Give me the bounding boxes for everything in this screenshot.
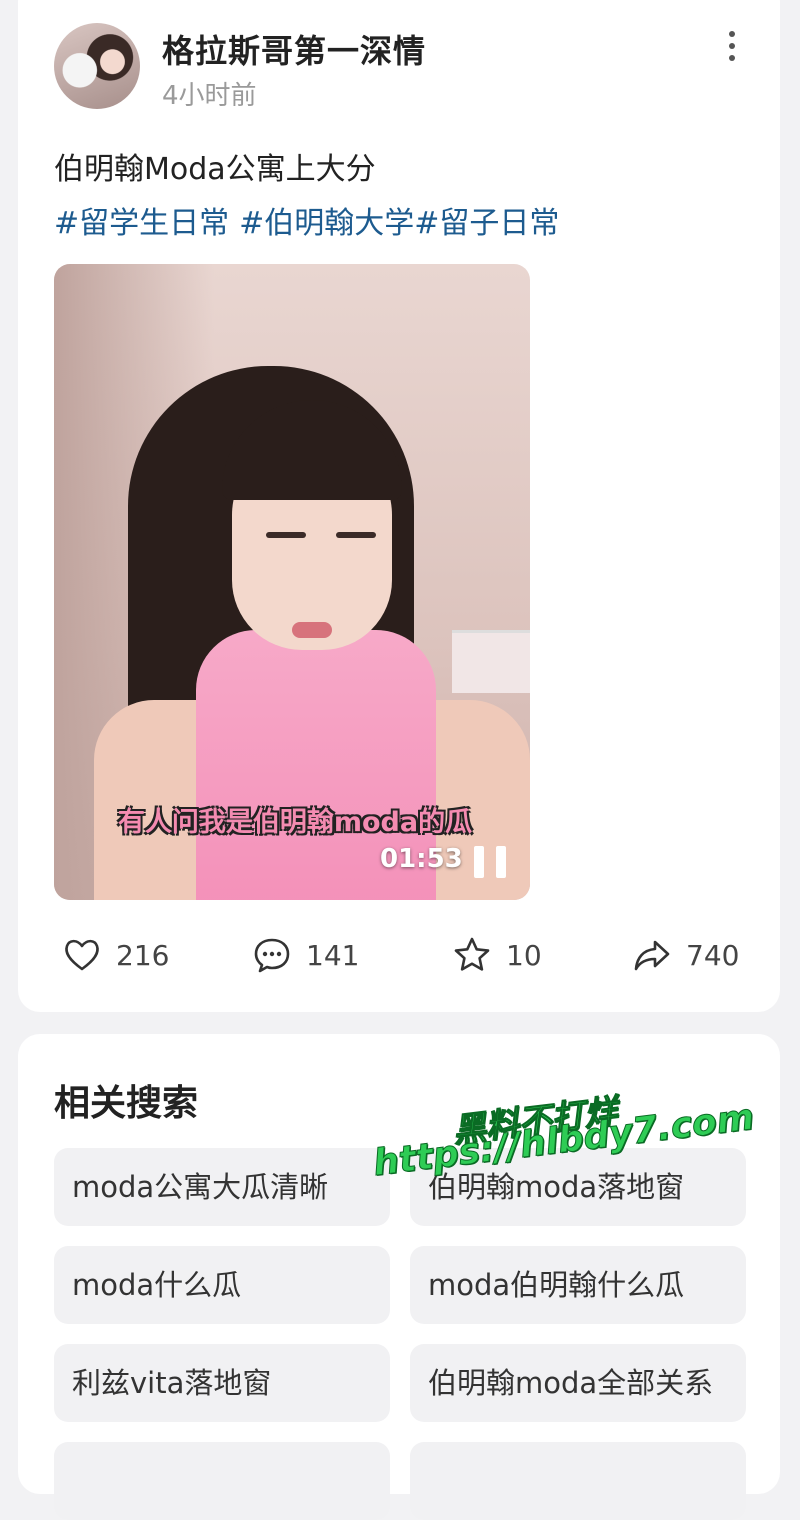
post-time: 4小时前 <box>162 81 257 111</box>
related-search-chip-partial[interactable] <box>54 1442 390 1520</box>
star-icon <box>454 937 490 971</box>
comment-icon <box>254 938 290 973</box>
eye-left <box>266 532 306 538</box>
related-search-chip[interactable]: moda伯明翰什么瓜 <box>410 1246 746 1324</box>
related-search-title: 相关搜索 <box>54 1083 199 1124</box>
post-text: 伯明翰Moda公寓上大分 <box>54 152 376 187</box>
favorite-button[interactable]: 10 <box>452 934 542 976</box>
related-search-chip[interactable]: moda公寓大瓜清晰 <box>54 1148 390 1226</box>
related-search-chip[interactable]: 伯明翰moda全部关系 <box>410 1344 746 1422</box>
eye-right <box>336 532 376 538</box>
comment-button[interactable]: 141 <box>252 934 359 976</box>
favorite-count: 10 <box>506 938 542 972</box>
pause-icon[interactable] <box>474 846 508 878</box>
more-options-button[interactable] <box>714 28 750 64</box>
mouth <box>292 622 332 638</box>
share-count: 740 <box>686 938 740 972</box>
bed-frame <box>452 630 530 693</box>
like-button[interactable]: 216 <box>62 934 169 976</box>
hashtag-link[interactable]: #留学生日常 <box>54 198 229 242</box>
more-dot-icon <box>729 43 735 49</box>
hashtag-row: #留学生日常 #伯明翰大学 #留子日常 <box>54 198 559 242</box>
share-button[interactable]: 740 <box>632 934 739 976</box>
avatar[interactable] <box>54 23 140 109</box>
video-duration: 01:53 <box>380 844 463 874</box>
related-search-chip-partial[interactable] <box>410 1442 746 1520</box>
more-dot-icon <box>729 31 735 37</box>
like-count: 216 <box>116 938 170 972</box>
hashtag-link[interactable]: #伯明翰大学 <box>239 198 414 242</box>
share-arrow-icon <box>634 940 670 971</box>
comment-count: 141 <box>306 938 360 972</box>
video-subtitle: 有人问我是伯明翰moda的瓜 <box>117 807 473 838</box>
author-name[interactable]: 格拉斯哥第一深情 <box>162 26 426 72</box>
related-search-chip[interactable]: 利兹vita落地窗 <box>54 1344 390 1422</box>
heart-icon <box>65 939 99 971</box>
related-search-chip[interactable]: moda什么瓜 <box>54 1246 390 1324</box>
hashtag-link[interactable]: #留子日常 <box>414 198 559 242</box>
more-dot-icon <box>729 55 735 61</box>
